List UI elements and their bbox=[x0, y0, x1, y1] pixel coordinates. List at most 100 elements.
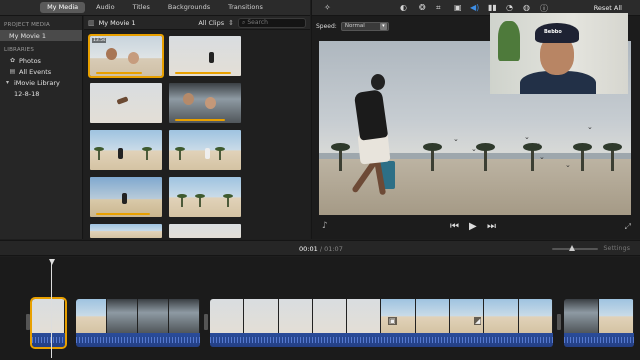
timeline[interactable]: ▣ ◢ bbox=[0, 257, 640, 360]
palm-image bbox=[142, 147, 152, 160]
media-tab-bar: My Media Audio Titles Backgrounds Transi… bbox=[0, 0, 310, 16]
clip-thumbnail[interactable] bbox=[169, 224, 241, 238]
palm-image bbox=[177, 194, 187, 207]
clip-trim-handle[interactable] bbox=[204, 314, 208, 330]
person-image bbox=[205, 97, 216, 109]
timeline-start-handle[interactable] bbox=[26, 314, 30, 330]
sidebar-item-all-events[interactable]: ▤ All Events bbox=[0, 66, 82, 77]
camera-icon: ▣ bbox=[388, 317, 397, 325]
sidebar-item-imovie-library[interactable]: ▾ iMovie Library bbox=[0, 77, 82, 88]
palm-image bbox=[573, 143, 592, 171]
clip-frame bbox=[278, 299, 313, 333]
equalizer-icon[interactable]: ▮▮ bbox=[488, 3, 497, 12]
clip-frame bbox=[347, 299, 382, 333]
speed-icon[interactable]: ◔ bbox=[506, 3, 513, 12]
tab-transitions[interactable]: Transitions bbox=[221, 2, 270, 13]
timeline-clip[interactable]: ▣ ◢ bbox=[210, 299, 553, 347]
sidebar-item-my-movie[interactable]: My Movie 1 bbox=[0, 30, 82, 41]
clip-thumbnail[interactable] bbox=[90, 130, 162, 170]
clip-frame bbox=[564, 299, 599, 333]
used-range-bar bbox=[96, 213, 150, 215]
volume-icon[interactable]: ◀) bbox=[470, 3, 479, 12]
timecode: 00:01 / 01:07 bbox=[299, 245, 343, 253]
sidebar-item-photos[interactable]: ✿ Photos bbox=[0, 55, 82, 66]
person-image bbox=[106, 48, 117, 60]
color-correction-icon[interactable]: ❂ bbox=[419, 3, 426, 12]
clip-grid: 13.5s bbox=[88, 34, 241, 238]
runner-leg-image bbox=[351, 160, 377, 194]
sidebar-item-event[interactable]: 12-8-18 bbox=[0, 88, 82, 99]
palm-image bbox=[195, 194, 205, 207]
playhead[interactable] bbox=[51, 263, 52, 358]
noise-reduction-icon[interactable]: ◍ bbox=[523, 3, 530, 12]
person-image bbox=[122, 193, 127, 204]
runner-head-image bbox=[371, 74, 385, 90]
timeline-settings-button[interactable]: Settings bbox=[603, 244, 630, 252]
palm-image bbox=[603, 143, 622, 171]
person-image bbox=[183, 93, 194, 105]
clip-thumbnail[interactable]: 13.5s bbox=[88, 34, 164, 78]
project-media-heading: PROJECT MEDIA bbox=[4, 22, 50, 28]
total-duration: 01:07 bbox=[324, 245, 343, 253]
speed-badge-icon: ◢ bbox=[474, 317, 482, 325]
microphone-icon[interactable]: ♪ bbox=[322, 221, 328, 231]
bird-image: ⌄ bbox=[539, 153, 545, 161]
palm-image bbox=[523, 143, 542, 171]
clip-trim-handle[interactable] bbox=[557, 314, 561, 330]
browser-title: My Movie 1 bbox=[98, 18, 136, 27]
clip-frame bbox=[76, 299, 107, 333]
color-balance-icon[interactable]: ◐ bbox=[400, 3, 407, 12]
clip-frame bbox=[32, 299, 65, 333]
stabilization-icon[interactable]: ▣ bbox=[454, 3, 462, 12]
sidebar-item-label: All Events bbox=[19, 67, 52, 76]
zoom-slider[interactable] bbox=[552, 245, 598, 251]
clip-filter-dropdown[interactable]: All Clips bbox=[198, 19, 224, 27]
clip-thumbnail[interactable] bbox=[90, 177, 162, 217]
magic-wand-icon[interactable]: ✧ bbox=[324, 3, 331, 12]
fullscreen-icon[interactable]: ⤢ bbox=[625, 222, 631, 232]
crop-icon[interactable]: ⌗ bbox=[436, 3, 441, 13]
zoom-slider-knob[interactable] bbox=[569, 245, 575, 251]
tab-titles[interactable]: Titles bbox=[126, 2, 157, 13]
used-range-bar bbox=[96, 72, 142, 74]
chevron-down-icon: ▾ bbox=[379, 23, 387, 30]
clip-frame bbox=[415, 299, 451, 333]
skip-forward-icon[interactable]: ⏭ bbox=[487, 221, 496, 232]
tab-my-media[interactable]: My Media bbox=[40, 2, 86, 13]
clip-thumbnail[interactable] bbox=[90, 83, 162, 123]
clip-thumbnail[interactable] bbox=[169, 177, 241, 217]
speed-dropdown[interactable]: Normal ▾ bbox=[340, 22, 389, 31]
clip-thumbnail[interactable] bbox=[90, 224, 162, 238]
palm-image bbox=[476, 143, 495, 171]
search-input[interactable]: ⌕ Search bbox=[238, 17, 306, 28]
sidebar-item-label: iMovie Library bbox=[14, 78, 60, 87]
clip-audio-waveform bbox=[564, 333, 634, 347]
playhead-marker[interactable] bbox=[49, 259, 55, 265]
clip-audio-waveform bbox=[210, 333, 553, 347]
plant-image bbox=[498, 21, 520, 61]
clip-frame bbox=[484, 299, 519, 333]
search-placeholder: Search bbox=[247, 19, 268, 26]
imovie-window: My Media Audio Titles Backgrounds Transi… bbox=[0, 0, 640, 360]
tab-audio[interactable]: Audio bbox=[89, 2, 121, 13]
play-icon[interactable]: ▶ bbox=[469, 221, 477, 232]
reset-all-button[interactable]: Reset All bbox=[594, 4, 622, 12]
clip-frames bbox=[564, 299, 634, 333]
clip-thumbnail[interactable] bbox=[169, 36, 241, 76]
clip-frames bbox=[210, 299, 553, 333]
clip-audio-waveform bbox=[32, 333, 65, 347]
sidebar-toggle-icon[interactable]: ▥ bbox=[88, 19, 95, 27]
timeline-clip[interactable] bbox=[76, 299, 200, 347]
used-range-bar bbox=[175, 119, 225, 121]
skip-back-icon[interactable]: ⏮ bbox=[450, 221, 459, 232]
photos-icon: ✿ bbox=[9, 57, 16, 64]
playback-controls: ♪ ⏮ ▶ ⏭ ⤢ bbox=[312, 220, 640, 238]
disclosure-triangle-icon[interactable]: ▾ bbox=[4, 79, 11, 86]
timeline-clip[interactable] bbox=[30, 297, 67, 349]
chevron-updown-icon[interactable]: ⇕ bbox=[228, 19, 234, 27]
clip-thumbnail[interactable] bbox=[169, 83, 241, 123]
used-range-bar bbox=[175, 72, 231, 74]
tab-backgrounds[interactable]: Backgrounds bbox=[161, 2, 217, 13]
timeline-clip[interactable] bbox=[564, 299, 634, 347]
clip-thumbnail[interactable] bbox=[169, 130, 241, 170]
